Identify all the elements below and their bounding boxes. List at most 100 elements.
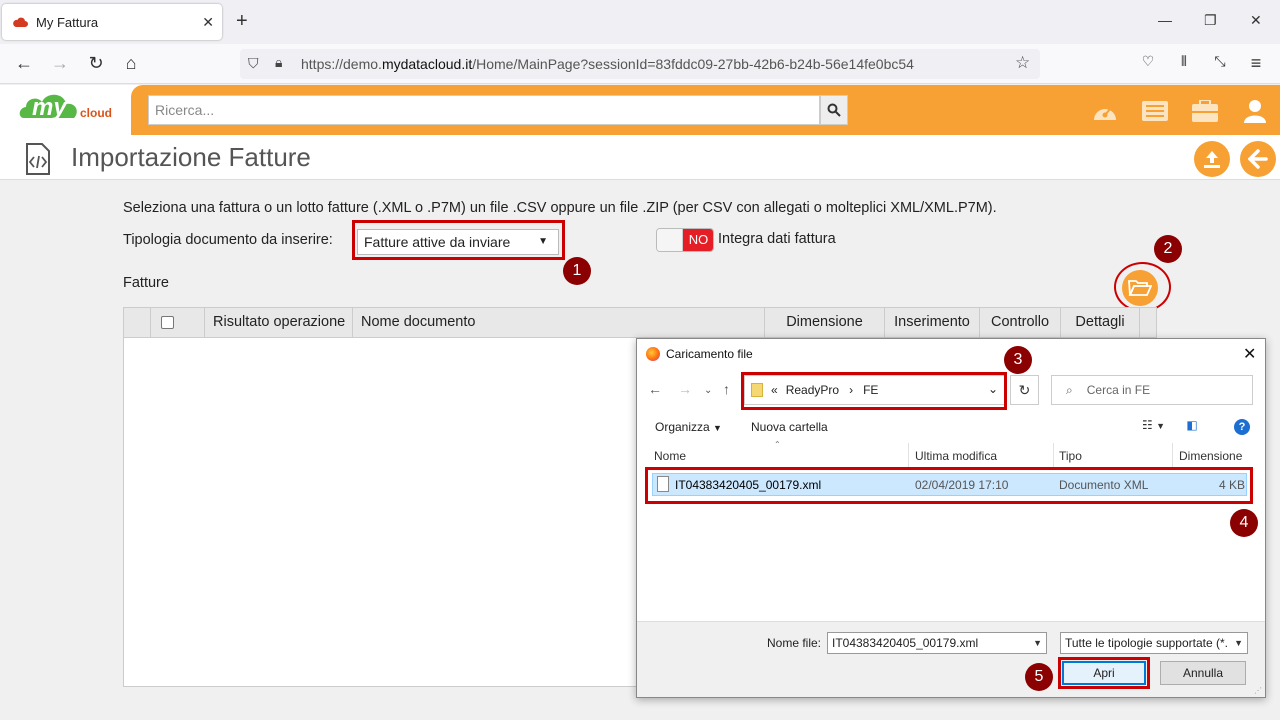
back-button[interactable] — [1240, 141, 1276, 177]
chevron-down-icon[interactable]: ▼ — [1033, 633, 1042, 653]
resize-grip-icon[interactable]: ⋰ — [1254, 686, 1262, 695]
highlight-box-1 — [352, 220, 565, 260]
list-icon[interactable] — [1141, 97, 1169, 125]
step-marker-1: 1 — [563, 257, 591, 285]
select-all-cell — [150, 308, 204, 337]
table-header: Risultato operazione Nome documento Dime… — [123, 307, 1157, 338]
pocket-icon[interactable]: ♡ — [1136, 53, 1160, 70]
briefcase-icon[interactable] — [1191, 97, 1219, 125]
logo-sub: cloud — [80, 106, 112, 120]
organizza-button[interactable]: Organizza ▼ — [655, 420, 722, 434]
filename-input[interactable]: IT04383420405_00179.xml ▼ — [827, 632, 1047, 654]
sort-indicator-icon: ⌃ — [774, 440, 781, 449]
search-icon[interactable] — [820, 95, 848, 125]
code-file-icon — [25, 143, 51, 175]
step-marker-2: 2 — [1154, 235, 1182, 263]
url-bar[interactable]: ⛉ 🔒︎ https://demo.mydatacloud.it/Home/Ma… — [240, 49, 1040, 79]
filetype-value: Tutte le tipologie supportate (*. — [1065, 636, 1228, 650]
lock-icon[interactable]: 🔒︎ — [275, 54, 282, 71]
dlg-col-tipo[interactable]: Tipo — [1059, 449, 1082, 463]
annulla-button[interactable]: Annulla — [1160, 661, 1246, 685]
col-dimensione[interactable]: Dimensione — [764, 308, 884, 337]
highlight-box-3 — [741, 372, 1007, 410]
arrow-left-icon — [1248, 149, 1268, 169]
home-icon[interactable]: ⌂ — [119, 53, 143, 74]
page-title: Importazione Fatture — [71, 142, 311, 172]
tab-title: My Fattura — [36, 14, 99, 30]
library-icon[interactable]: ⫴ — [1172, 53, 1196, 70]
filename-value: IT04383420405_00179.xml — [832, 636, 979, 650]
dialog-search-input[interactable]: ⌕ Cerca in FE — [1051, 375, 1253, 405]
search-icon: ⌕ — [1066, 382, 1073, 397]
integra-label: Integra dati fattura — [718, 231, 836, 247]
nuova-cartella-button[interactable]: Nuova cartella — [751, 420, 828, 434]
dialog-close-icon[interactable]: ✕ — [1243, 344, 1256, 364]
col-controllo[interactable]: Controllo — [979, 308, 1060, 337]
highlight-box-4 — [645, 467, 1253, 504]
step-marker-3: 3 — [1004, 346, 1032, 374]
dialog-search-placeholder: Cerca in FE — [1086, 383, 1151, 397]
select-all-checkbox[interactable] — [161, 316, 174, 329]
refresh-icon[interactable]: ↻ — [1010, 375, 1039, 405]
reload-icon[interactable]: ↻ — [84, 53, 108, 74]
toggle-state: NO — [683, 229, 713, 251]
toggle-knob — [657, 229, 683, 251]
filename-label: Nome file: — [767, 636, 822, 650]
chevron-down-icon: ▼ — [713, 423, 722, 433]
search-input[interactable]: Ricerca... — [148, 95, 820, 125]
shield-icon[interactable]: ⛉ — [248, 55, 259, 72]
minimize-icon[interactable]: — — [1158, 12, 1172, 28]
tipologia-label: Tipologia documento da inserire: — [123, 232, 333, 248]
dialog-forward-icon[interactable]: → — [678, 381, 692, 397]
tab-close-icon[interactable]: ✕ — [202, 14, 214, 31]
upload-button[interactable] — [1194, 141, 1230, 177]
chevron-down-icon[interactable]: ▼ — [1156, 421, 1165, 431]
up-folder-icon[interactable]: ↑ — [723, 381, 730, 397]
column-divider — [1172, 443, 1173, 467]
help-icon[interactable]: ? — [1234, 419, 1250, 435]
url-text: https://demo.mydatacloud.it/Home/MainPag… — [301, 56, 914, 72]
dashboard-icon[interactable] — [1091, 97, 1119, 125]
dlg-col-nome[interactable]: Nome — [654, 449, 686, 463]
column-divider — [1053, 443, 1054, 467]
back-icon[interactable]: ← — [12, 53, 36, 74]
folder-open-icon — [1128, 280, 1152, 296]
cloud-favicon-icon — [13, 17, 28, 27]
logo[interactable]: my cloud — [18, 88, 128, 128]
new-tab-icon[interactable]: + — [236, 10, 248, 33]
fatture-label: Fatture — [123, 275, 169, 291]
open-file-button[interactable] — [1122, 270, 1158, 306]
recent-dropdown-icon[interactable]: ⌄ — [704, 385, 712, 396]
highlight-box-5 — [1058, 657, 1150, 689]
dialog-back-icon[interactable]: ← — [648, 381, 662, 397]
restore-icon[interactable]: ❐ — [1204, 12, 1217, 29]
preview-pane-icon[interactable]: ◧ — [1186, 418, 1197, 432]
organizza-label: Organizza — [655, 420, 710, 434]
col-dettagli[interactable]: Dettagli — [1060, 308, 1140, 337]
dlg-col-dimensione[interactable]: Dimensione — [1179, 449, 1242, 463]
dlg-col-modifica[interactable]: Ultima modifica — [915, 449, 997, 463]
extension-icon[interactable]: ⤡ — [1208, 53, 1232, 70]
forward-icon[interactable]: → — [48, 53, 72, 74]
url-domain: mydatacloud.it — [381, 56, 473, 72]
column-divider — [908, 443, 909, 467]
view-options[interactable]: ☷ ▼ ◧ — [1142, 418, 1198, 432]
firefox-icon — [646, 347, 660, 361]
col-nome-documento[interactable]: Nome documento — [352, 308, 764, 337]
menu-icon[interactable]: ≡ — [1244, 53, 1268, 74]
step-marker-4: 4 — [1230, 509, 1258, 537]
col-inserimento[interactable]: Inserimento — [884, 308, 979, 337]
bookmark-star-icon[interactable]: ☆ — [1015, 53, 1030, 73]
integra-toggle[interactable]: NO — [656, 228, 714, 252]
window-close-icon[interactable]: ✕ — [1250, 12, 1262, 29]
browser-tab[interactable]: My Fattura ✕ — [2, 4, 222, 40]
filetype-select[interactable]: Tutte le tipologie supportate (*. ▼ — [1060, 632, 1248, 654]
instructions-text: Seleziona una fattura o un lotto fatture… — [123, 200, 997, 216]
user-icon[interactable] — [1241, 97, 1269, 125]
col-risultato[interactable]: Risultato operazione — [204, 308, 352, 337]
chevron-down-icon[interactable]: ▼ — [1234, 633, 1243, 653]
url-path: /Home/MainPage?sessionId=83fddc09-27bb-4… — [472, 56, 914, 72]
dialog-title: Caricamento file — [666, 347, 753, 361]
view-list-icon[interactable]: ☷ — [1142, 418, 1153, 432]
upload-icon — [1204, 151, 1220, 168]
